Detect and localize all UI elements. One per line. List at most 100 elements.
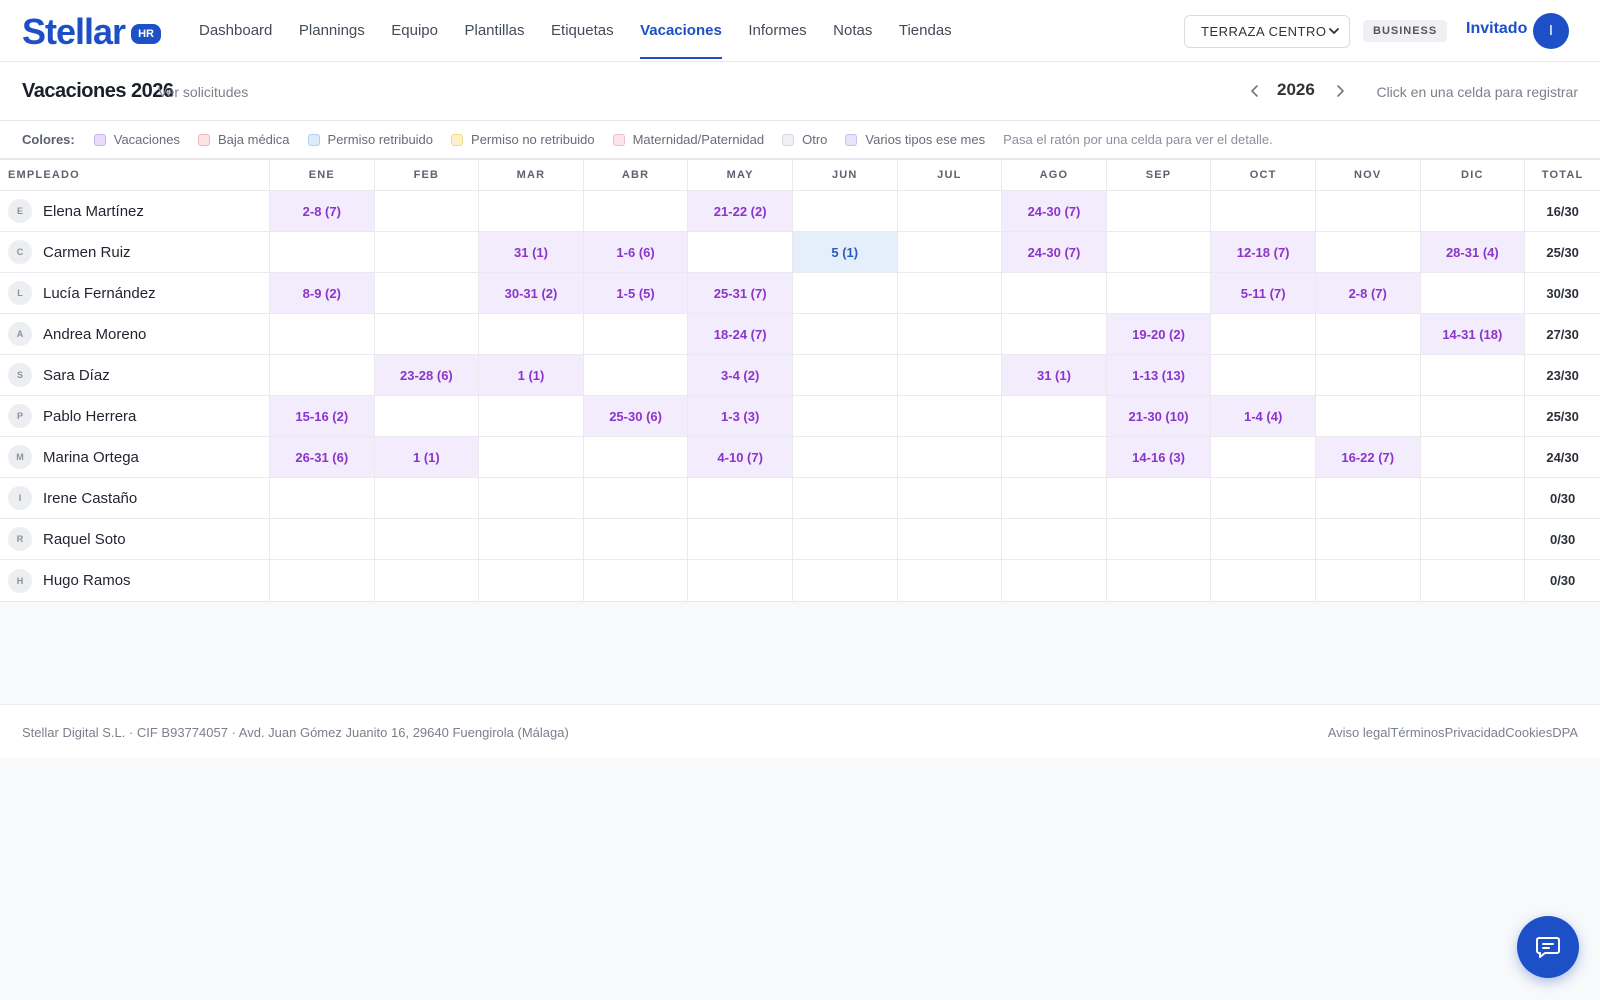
month-cell[interactable] bbox=[375, 314, 480, 354]
month-cell[interactable] bbox=[1316, 191, 1421, 231]
month-cell[interactable] bbox=[898, 396, 1003, 436]
month-cell[interactable]: 16-22 (7) bbox=[1315, 437, 1421, 477]
month-cell[interactable]: 5-11 (7) bbox=[1211, 273, 1316, 313]
month-cell[interactable] bbox=[688, 560, 793, 601]
month-cell[interactable] bbox=[1316, 232, 1421, 272]
month-cell[interactable] bbox=[1421, 396, 1526, 436]
month-cell[interactable] bbox=[793, 191, 898, 231]
month-cell[interactable] bbox=[1107, 560, 1212, 601]
month-cell[interactable] bbox=[898, 478, 1003, 518]
nav-item-tiendas[interactable]: Tiendas bbox=[899, 0, 952, 62]
nav-item-notas[interactable]: Notas bbox=[833, 0, 872, 62]
month-cell[interactable] bbox=[270, 478, 375, 518]
month-cell[interactable] bbox=[375, 396, 480, 436]
month-cell[interactable] bbox=[898, 519, 1003, 559]
month-cell[interactable] bbox=[1107, 519, 1212, 559]
footer-link[interactable]: Privacidad bbox=[1445, 725, 1506, 740]
month-cell[interactable] bbox=[1107, 273, 1212, 313]
month-cell[interactable] bbox=[793, 355, 898, 395]
month-cell[interactable] bbox=[375, 560, 480, 601]
month-cell[interactable] bbox=[479, 519, 584, 559]
month-cell[interactable] bbox=[1211, 355, 1316, 395]
chat-button[interactable] bbox=[1517, 916, 1579, 978]
month-cell[interactable] bbox=[479, 396, 584, 436]
month-cell[interactable] bbox=[1211, 437, 1316, 477]
month-cell[interactable]: 24-30 (7) bbox=[1002, 191, 1107, 231]
month-cell[interactable]: 2-8 (7) bbox=[1315, 273, 1421, 313]
nav-item-dashboard[interactable]: Dashboard bbox=[199, 0, 272, 62]
month-cell[interactable]: 1 (1) bbox=[479, 355, 584, 395]
month-cell[interactable] bbox=[479, 314, 584, 354]
month-cell[interactable] bbox=[1421, 191, 1526, 231]
month-cell[interactable] bbox=[1316, 519, 1421, 559]
month-cell[interactable] bbox=[1002, 314, 1107, 354]
view-requests-link[interactable]: Ver solicitudes bbox=[158, 84, 248, 100]
month-cell[interactable] bbox=[898, 560, 1003, 601]
month-cell[interactable] bbox=[1211, 560, 1316, 601]
month-cell[interactable] bbox=[1002, 560, 1107, 601]
month-cell[interactable] bbox=[688, 519, 793, 559]
month-cell[interactable] bbox=[1421, 437, 1526, 477]
nav-item-equipo[interactable]: Equipo bbox=[391, 0, 438, 62]
month-cell[interactable] bbox=[1421, 273, 1526, 313]
footer-link[interactable]: DPA bbox=[1552, 725, 1578, 740]
month-cell[interactable] bbox=[1107, 232, 1212, 272]
month-cell[interactable]: 30-31 (2) bbox=[479, 273, 584, 313]
month-cell[interactable]: 15-16 (2) bbox=[270, 396, 375, 436]
month-cell[interactable] bbox=[270, 519, 375, 559]
month-cell[interactable] bbox=[1316, 560, 1421, 601]
month-cell[interactable] bbox=[375, 519, 480, 559]
month-cell[interactable] bbox=[1002, 437, 1107, 477]
month-cell[interactable]: 21-22 (2) bbox=[688, 191, 793, 231]
month-cell[interactable] bbox=[1211, 519, 1316, 559]
nav-item-plannings[interactable]: Plannings bbox=[299, 0, 365, 62]
chevron-right-icon[interactable] bbox=[1331, 82, 1349, 100]
month-cell[interactable] bbox=[1002, 478, 1107, 518]
month-cell[interactable] bbox=[270, 560, 375, 601]
user-avatar[interactable]: I bbox=[1533, 13, 1569, 49]
month-cell[interactable]: 14-16 (3) bbox=[1106, 437, 1212, 477]
month-cell[interactable]: 4-10 (7) bbox=[688, 437, 793, 477]
month-cell[interactable] bbox=[1107, 191, 1212, 231]
month-cell[interactable] bbox=[479, 191, 584, 231]
month-cell[interactable] bbox=[688, 232, 793, 272]
month-cell[interactable] bbox=[898, 191, 1003, 231]
month-cell[interactable]: 25-30 (6) bbox=[583, 396, 689, 436]
month-cell[interactable]: 1-5 (5) bbox=[583, 273, 689, 313]
chevron-left-icon[interactable] bbox=[1246, 82, 1264, 100]
month-cell[interactable] bbox=[1002, 273, 1107, 313]
month-cell[interactable]: 1-4 (4) bbox=[1211, 396, 1316, 436]
month-cell[interactable]: 14-31 (18) bbox=[1420, 314, 1526, 354]
footer-link[interactable]: Cookies bbox=[1505, 725, 1552, 740]
month-cell[interactable] bbox=[479, 478, 584, 518]
month-cell[interactable] bbox=[584, 191, 689, 231]
nav-item-plantillas[interactable]: Plantillas bbox=[465, 0, 525, 62]
month-cell[interactable]: 18-24 (7) bbox=[688, 314, 793, 354]
month-cell[interactable]: 1-13 (13) bbox=[1106, 355, 1212, 395]
month-cell[interactable] bbox=[688, 478, 793, 518]
month-cell[interactable] bbox=[793, 273, 898, 313]
month-cell[interactable] bbox=[1002, 519, 1107, 559]
month-cell[interactable] bbox=[584, 314, 689, 354]
month-cell[interactable] bbox=[793, 396, 898, 436]
month-cell[interactable] bbox=[1316, 478, 1421, 518]
month-cell[interactable] bbox=[898, 355, 1003, 395]
month-cell[interactable]: 23-28 (6) bbox=[374, 355, 480, 395]
month-cell[interactable] bbox=[898, 232, 1003, 272]
month-cell[interactable]: 21-30 (10) bbox=[1106, 396, 1212, 436]
store-select[interactable]: TERRAZA CENTRO bbox=[1184, 15, 1350, 48]
month-cell[interactable] bbox=[793, 478, 898, 518]
month-cell[interactable]: 31 (1) bbox=[479, 232, 584, 272]
logo[interactable]: Stellar HR bbox=[22, 12, 161, 52]
month-cell[interactable] bbox=[479, 560, 584, 601]
month-cell[interactable] bbox=[793, 560, 898, 601]
month-cell[interactable] bbox=[375, 273, 480, 313]
month-cell[interactable] bbox=[375, 191, 480, 231]
month-cell[interactable] bbox=[479, 437, 584, 477]
month-cell[interactable]: 26-31 (6) bbox=[270, 437, 375, 477]
month-cell[interactable] bbox=[584, 478, 689, 518]
month-cell[interactable] bbox=[898, 437, 1003, 477]
month-cell[interactable] bbox=[1211, 191, 1316, 231]
month-cell[interactable] bbox=[1316, 396, 1421, 436]
user-name[interactable]: Invitado bbox=[1466, 20, 1527, 38]
